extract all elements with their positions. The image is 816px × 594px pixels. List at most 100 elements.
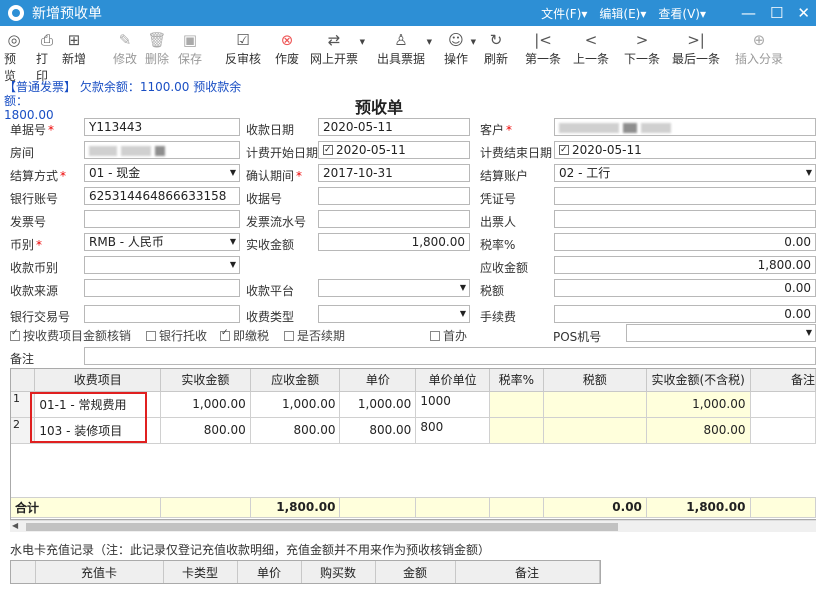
scroll-thumb[interactable] <box>26 523 618 531</box>
platform-select[interactable]: ▼ <box>318 279 470 297</box>
scroll-left-icon[interactable]: ◀ <box>12 521 18 530</box>
cell-net[interactable]: 1,000.00 <box>646 391 751 418</box>
cell-price[interactable]: 800.00 <box>339 417 417 444</box>
tax-rate-field[interactable]: 0.00 <box>554 233 816 251</box>
checkbox-first-handle[interactable]: 首办 <box>430 327 467 344</box>
grid-col-actual[interactable]: 实收金额 <box>160 369 251 392</box>
checkbox-box[interactable] <box>220 328 230 341</box>
cell-net[interactable]: 800.00 <box>646 417 751 444</box>
card-col-qty[interactable]: 购买数 <box>301 561 376 583</box>
toolbar-refresh-button[interactable]: ↻ 刷新 <box>482 30 510 67</box>
toolbar-eye-button[interactable]: ◎ 预览 <box>4 30 24 84</box>
checkbox-box[interactable] <box>284 330 294 341</box>
cell-actual[interactable]: 800.00 <box>160 417 251 444</box>
receipt-date-field[interactable]: 2020-05-11 <box>318 118 470 136</box>
card-col-amount[interactable]: 金额 <box>375 561 456 583</box>
dropdown-caret-icon[interactable]: ▼ <box>360 38 365 46</box>
actual-amount-field[interactable]: 1,800.00 <box>318 233 470 251</box>
receivable-field[interactable]: 1,800.00 <box>554 256 816 274</box>
cell-receivable[interactable]: 1,000.00 <box>250 391 341 418</box>
bill-start-checkbox[interactable] <box>323 142 333 158</box>
toolbar-trash-button[interactable]: 🗑 删除 <box>145 30 169 67</box>
confirm-period-field[interactable]: 2017-10-31 <box>318 164 470 182</box>
remark-field[interactable] <box>84 347 816 365</box>
menu-view[interactable]: 查看(V)▾ <box>658 5 706 22</box>
toolbar-transfer-button[interactable]: ⇄ 网上开票 ▼ <box>309 30 365 67</box>
toolbar-prev-button[interactable]: < 上一条 <box>571 30 611 67</box>
cell-tax[interactable] <box>543 417 647 444</box>
toolbar-unaudit-button[interactable]: ☑ 反审核 <box>224 30 262 67</box>
cell-item[interactable]: 103 - 装修项目 <box>34 417 162 444</box>
receipt-no-field[interactable] <box>318 187 470 205</box>
checkbox-bank-collection[interactable]: 银行托收 <box>146 327 207 344</box>
cell-rate[interactable] <box>489 417 544 444</box>
bill-end-field[interactable]: 2020-05-11 <box>554 141 816 159</box>
toolbar-printer-button[interactable]: ⎙ 打印 <box>36 30 58 84</box>
table-row[interactable]: 1 01-1 - 常规费用 1,000.00 1,000.00 1,000.00… <box>11 391 816 418</box>
grid-col-rate[interactable]: 税率% <box>489 369 544 392</box>
tax-field[interactable]: 0.00 <box>554 279 816 297</box>
menu-edit[interactable]: 编辑(E)▾ <box>599 5 646 22</box>
toolbar-next-button[interactable]: > 下一条 <box>623 30 661 67</box>
currency-select[interactable]: RMB - 人民币 ▼ <box>84 233 240 251</box>
dropdown-caret-icon[interactable]: ▼ <box>471 38 476 46</box>
toolbar-operation-button[interactable]: ☺ 操作 ▼ <box>442 30 476 67</box>
invoice-serial-field[interactable] <box>318 210 470 228</box>
checkbox-pay-tax[interactable]: 即缴税 <box>220 327 269 344</box>
toolbar-void-button[interactable]: ⊗ 作废 <box>273 30 301 67</box>
toolbar-add-button[interactable]: ⊞ 新增 <box>62 30 86 67</box>
voucher-no-field[interactable] <box>554 187 816 205</box>
card-col-card[interactable]: 充值卡 <box>35 561 164 583</box>
grid-col-tax[interactable]: 税额 <box>543 369 647 392</box>
cell-actual[interactable]: 1,000.00 <box>160 391 251 418</box>
grid-col-unit[interactable]: 单价单位 <box>415 369 490 392</box>
grid-col-index[interactable] <box>11 369 36 392</box>
cell-price[interactable]: 1,000.00 <box>339 391 417 418</box>
pos-select[interactable]: ▼ <box>626 324 816 342</box>
bill-end-checkbox[interactable] <box>559 142 569 158</box>
settle-account-select[interactable]: 02 - 工行 ▼ <box>554 164 816 182</box>
cell-unit[interactable]: 1000 <box>415 391 490 418</box>
card-col-index[interactable] <box>11 561 36 583</box>
toolbar-save-button[interactable]: ▣ 保存 <box>178 30 202 67</box>
checkbox-verify-by-item[interactable]: 按收费项目金额核销 <box>10 327 131 344</box>
customer-field[interactable] <box>554 118 816 136</box>
room-field[interactable] <box>84 141 240 159</box>
card-col-note[interactable]: 备注 <box>455 561 600 583</box>
card-col-type[interactable]: 卡类型 <box>163 561 238 583</box>
checkbox-box[interactable] <box>430 330 440 341</box>
toolbar-last-button[interactable]: >| 最后一条 <box>671 30 721 67</box>
fee-field[interactable]: 0.00 <box>554 305 816 323</box>
toolbar-edit-button[interactable]: ✎ 修改 <box>113 30 137 67</box>
menu-file[interactable]: 文件(F)▾ <box>541 5 587 22</box>
bill-start-field[interactable]: 2020-05-11 <box>318 141 470 159</box>
grid-col-item[interactable]: 收费项目 <box>34 369 162 392</box>
cell-unit[interactable]: 800 <box>415 417 490 444</box>
horizontal-scrollbar[interactable]: ◀ <box>10 520 816 532</box>
bank-account-field[interactable]: 625314464866633158 <box>84 187 240 205</box>
recv-currency-select[interactable]: ▼ <box>84 256 240 274</box>
cell-note[interactable] <box>750 417 816 444</box>
issuer-field[interactable] <box>554 210 816 228</box>
source-field[interactable] <box>84 279 240 297</box>
cell-tax[interactable] <box>543 391 647 418</box>
doc-no-field[interactable]: Y113443 <box>84 118 240 136</box>
table-row[interactable]: 2 103 - 装修项目 800.00 800.00 800.00 800 80… <box>11 417 816 444</box>
invoice-no-field[interactable] <box>84 210 240 228</box>
maximize-icon[interactable]: ☐ <box>770 4 783 22</box>
grid-col-note[interactable]: 备注 <box>750 369 816 392</box>
checkbox-box[interactable] <box>10 328 20 341</box>
minimize-icon[interactable]: — <box>741 4 756 22</box>
checkbox-renewal[interactable]: 是否续期 <box>284 327 345 344</box>
grid-col-price[interactable]: 单价 <box>339 369 417 392</box>
toolbar-receipt-button[interactable]: ♙ 出具票据 ▼ <box>376 30 432 67</box>
close-icon[interactable]: ✕ <box>797 4 810 22</box>
settle-method-select[interactable]: 01 - 现金 ▼ <box>84 164 240 182</box>
cell-item[interactable]: 01-1 - 常规费用 <box>34 391 162 418</box>
cell-note[interactable] <box>750 391 816 418</box>
dropdown-caret-icon[interactable]: ▼ <box>427 38 432 46</box>
cell-rate[interactable] <box>489 391 544 418</box>
grid-col-net[interactable]: 实收金额(不含税) <box>646 369 751 392</box>
toolbar-first-button[interactable]: |< 第一条 <box>524 30 562 67</box>
receipt-type-select[interactable]: ▼ <box>318 305 470 323</box>
